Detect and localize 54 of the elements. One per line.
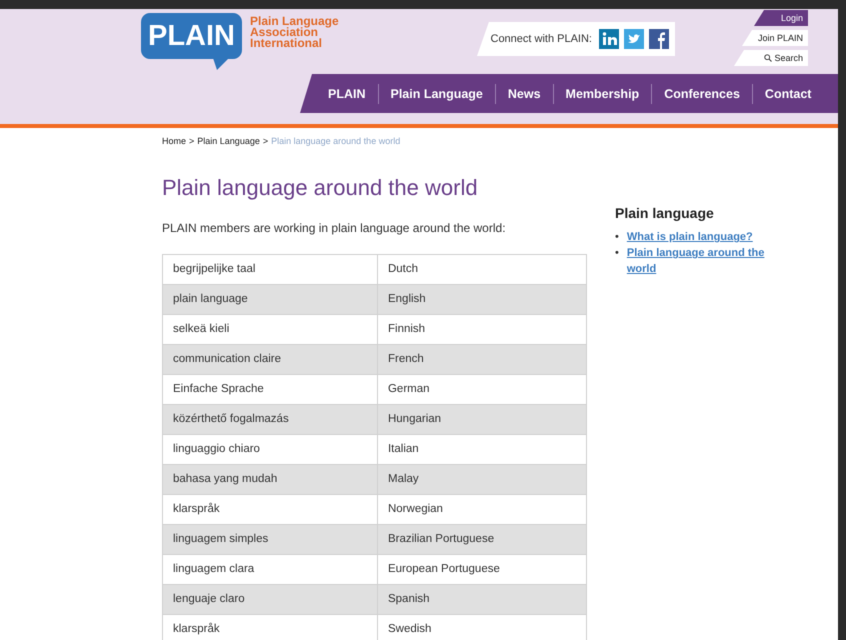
breadcrumb-separator: > bbox=[189, 135, 194, 148]
connect-label: Connect with PLAIN: bbox=[490, 32, 592, 47]
nav-link[interactable]: Conferences bbox=[651, 84, 752, 104]
table-cell: Spanish bbox=[377, 584, 586, 614]
bullet: • bbox=[615, 246, 619, 262]
sidebar-link[interactable]: What is plain language? bbox=[626, 229, 753, 246]
nav-link[interactable]: PLAIN bbox=[316, 84, 378, 104]
breadcrumb-link[interactable]: Plain Language bbox=[197, 135, 260, 148]
table-cell: Finnish bbox=[377, 314, 586, 344]
table-cell: German bbox=[377, 374, 586, 404]
breadcrumb-link[interactable]: Home bbox=[162, 135, 186, 148]
facebook-icon[interactable] bbox=[649, 29, 669, 49]
table-cell: English bbox=[377, 284, 586, 314]
page-title: Plain language around the world bbox=[162, 174, 479, 201]
table-cell: Brazilian Portuguese bbox=[377, 524, 586, 554]
search-link[interactable]: Search bbox=[734, 50, 808, 66]
speech-tail-icon bbox=[213, 58, 229, 70]
search-icon bbox=[764, 54, 772, 62]
table-cell: linguagem clara bbox=[162, 554, 378, 584]
sidebar-heading: Plain language bbox=[615, 204, 715, 222]
table-cell: Dutch bbox=[377, 254, 586, 284]
table-cell: begrijpelijke taal bbox=[162, 254, 378, 284]
nav-link[interactable]: Plain Language bbox=[378, 84, 495, 104]
breadcrumb-separator: > bbox=[262, 135, 268, 148]
table-cell: Einfache Sprache bbox=[162, 374, 378, 404]
table-cell: bahasa yang mudah bbox=[162, 464, 378, 494]
table-cell: linguagem simples bbox=[162, 524, 378, 554]
header-link[interactable]: Login bbox=[754, 10, 808, 26]
table-cell: selkeä kieli bbox=[162, 314, 378, 344]
breadcrumb-current: Plain language around the world bbox=[271, 135, 400, 148]
table-cell: klarspråk bbox=[162, 494, 378, 524]
table-cell: Malay bbox=[377, 464, 586, 494]
linkedin-icon[interactable] bbox=[599, 29, 619, 49]
organization-name: Plain Language Association International bbox=[250, 13, 339, 52]
table-cell: French bbox=[377, 344, 586, 374]
nav-link[interactable]: Contact bbox=[752, 84, 824, 104]
intro-paragraph: PLAIN members are working in plain language around the world: bbox=[162, 220, 507, 237]
table-cell: klarspråk bbox=[162, 614, 378, 640]
nav-link[interactable]: News bbox=[494, 84, 553, 104]
table-cell: European Portuguese bbox=[377, 554, 586, 584]
table-cell: communication claire bbox=[162, 344, 378, 374]
table-cell: Italian bbox=[377, 434, 586, 464]
twitter-icon[interactable] bbox=[624, 29, 644, 49]
table-cell: linguaggio chiaro bbox=[162, 434, 378, 464]
table-cell: Hungarian bbox=[377, 404, 586, 434]
table-cell: közérthető fogalmazás bbox=[162, 404, 378, 434]
table-cell: lenguaje claro bbox=[162, 584, 378, 614]
logo-badge[interactable]: PLAIN bbox=[141, 13, 242, 59]
table-cell: plain language bbox=[162, 284, 378, 314]
bullet: • bbox=[615, 230, 619, 246]
sidebar-link[interactable]: Plain language around the world bbox=[626, 245, 790, 278]
nav-link[interactable]: Membership bbox=[552, 84, 652, 104]
header-link[interactable]: Join PLAIN bbox=[742, 30, 808, 46]
table-cell: Norwegian bbox=[377, 494, 586, 524]
